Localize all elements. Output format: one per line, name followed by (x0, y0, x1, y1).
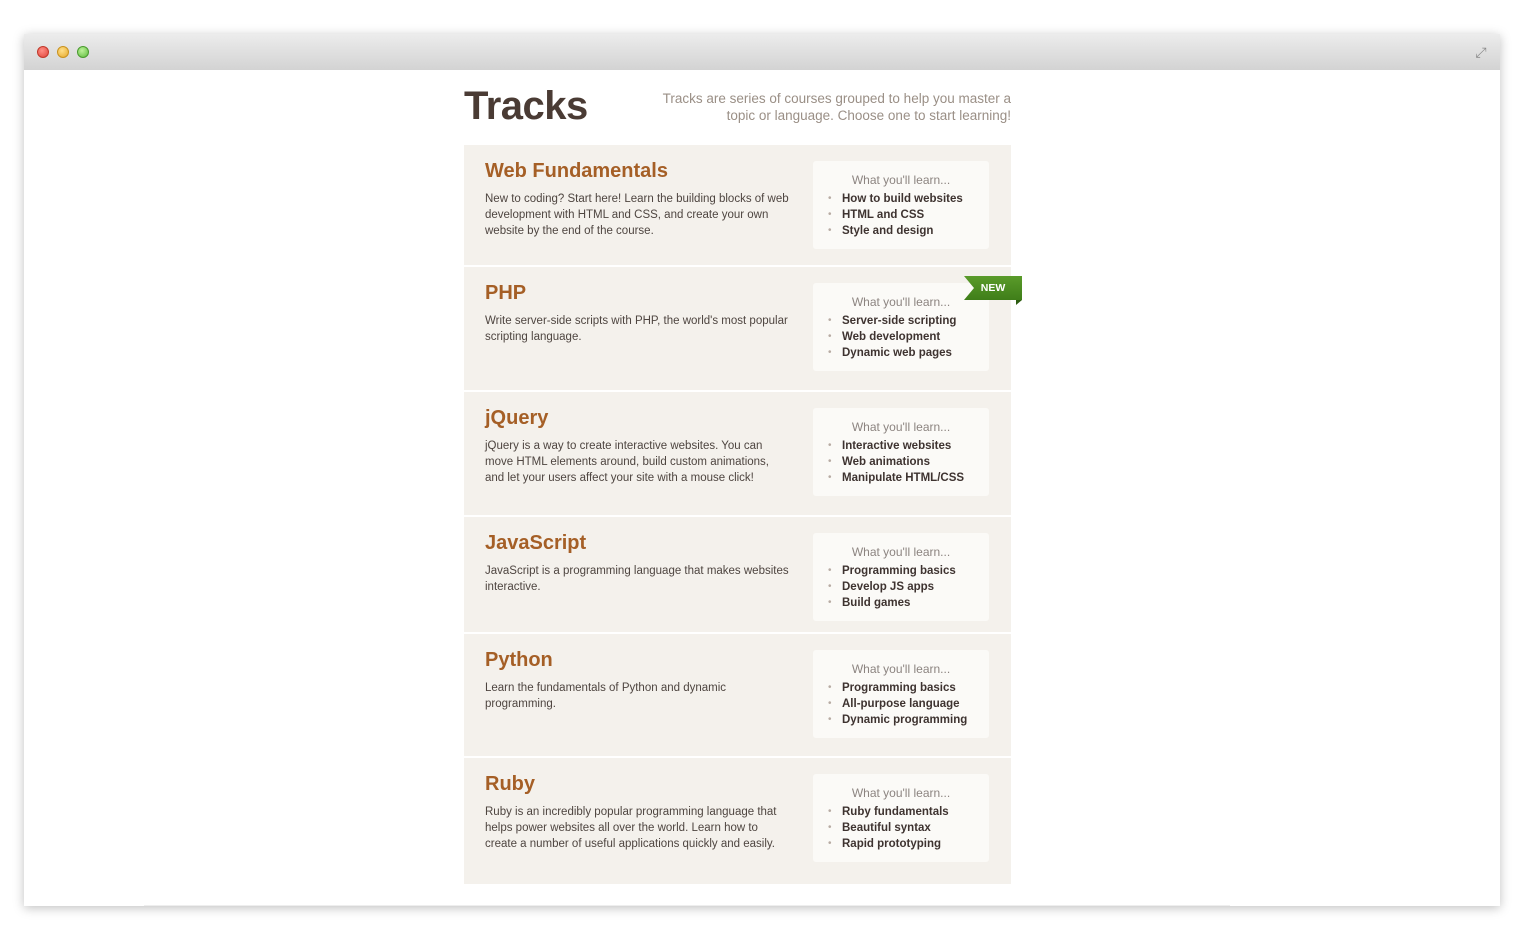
learn-heading: What you'll learn... (851, 173, 951, 187)
learn-heading: What you'll learn... (851, 295, 951, 309)
learn-box: What you'll learn... Ruby fundamentals B… (813, 774, 989, 862)
learn-item: Programming basics (828, 563, 956, 579)
learn-item: Interactive websites (828, 438, 964, 454)
learn-box: What you'll learn... Interactive website… (813, 408, 989, 496)
close-icon[interactable] (37, 46, 49, 58)
learn-item: Web development (828, 329, 956, 345)
page-subtitle: Tracks are series of courses grouped to … (662, 91, 1011, 123)
track-card-php[interactable]: PHP Write server-side scripts with PHP, … (464, 267, 1022, 392)
track-title[interactable]: Web Fundamentals (485, 160, 668, 183)
page-title: Tracks (464, 84, 588, 128)
minimize-icon[interactable] (57, 46, 69, 58)
learn-list: Programming basics All-purpose language … (828, 680, 967, 728)
track-description: JavaScript is a programming language tha… (485, 565, 789, 593)
learn-list: How to build websites HTML and CSS Style… (828, 191, 963, 239)
learn-item: Style and design (828, 223, 963, 239)
track-card-ruby[interactable]: Ruby Ruby is an incredibly popular progr… (464, 758, 1011, 886)
learn-item: Develop JS apps (828, 579, 956, 595)
track-description: New to coding? Start here! Learn the bui… (485, 193, 789, 237)
track-description: jQuery is a way to create interactive we… (485, 440, 770, 484)
learn-item: Dynamic web pages (828, 345, 956, 361)
fullscreen-icon[interactable]: ⤢ (1472, 43, 1490, 61)
zoom-icon[interactable] (77, 46, 89, 58)
track-description: Ruby is an incredibly popular programmin… (485, 806, 777, 850)
track-list: Web Fundamentals New to coding? Start he… (464, 145, 1022, 886)
learn-box: What you'll learn... Programming basics … (813, 533, 989, 621)
track-description: Learn the fundamentals of Python and dyn… (485, 682, 727, 710)
learn-item: Dynamic programming (828, 712, 967, 728)
learn-item: How to build websites (828, 191, 963, 207)
page-content: Tracks Tracks are series of courses grou… (24, 70, 1500, 906)
learn-item: All-purpose language (828, 696, 967, 712)
new-badge-fold (1016, 300, 1022, 305)
learn-list: Ruby fundamentals Beautiful syntax Rapid… (828, 804, 949, 852)
learn-box: What you'll learn... Programming basics … (813, 650, 989, 738)
learn-item: Server-side scripting (828, 313, 956, 329)
track-title[interactable]: Ruby (485, 773, 535, 796)
browser-window: ⤢ Tracks Tracks are series of courses gr… (24, 34, 1500, 906)
learn-item: Web animations (828, 454, 964, 470)
learn-item: Build games (828, 595, 956, 611)
learn-item: Rapid prototyping (828, 836, 949, 852)
learn-heading: What you'll learn... (851, 662, 951, 676)
learn-box: What you'll learn... Server-side scripti… (813, 283, 989, 371)
learn-item: Programming basics (828, 680, 967, 696)
learn-item: Beautiful syntax (828, 820, 949, 836)
divider (144, 905, 1230, 906)
learn-list: Interactive websites Web animations Mani… (828, 438, 964, 486)
track-title[interactable]: Python (485, 649, 553, 672)
learn-list: Programming basics Develop JS apps Build… (828, 563, 956, 611)
track-card-javascript[interactable]: JavaScript JavaScript is a programming l… (464, 517, 1011, 634)
learn-box: What you'll learn... How to build websit… (813, 161, 989, 249)
track-title[interactable]: PHP (485, 282, 526, 305)
track-card-python[interactable]: Python Learn the fundamentals of Python … (464, 634, 1011, 758)
track-title[interactable]: jQuery (485, 407, 548, 430)
title-bar: ⤢ (24, 34, 1500, 71)
track-title[interactable]: JavaScript (485, 532, 586, 555)
track-description: Write server-side scripts with PHP, the … (485, 315, 788, 343)
learn-item: Manipulate HTML/CSS (828, 470, 964, 486)
track-card-jquery[interactable]: jQuery jQuery is a way to create interac… (464, 392, 1011, 517)
learn-item: HTML and CSS (828, 207, 963, 223)
learn-list: Server-side scripting Web development Dy… (828, 313, 956, 361)
learn-heading: What you'll learn... (851, 420, 951, 434)
learn-heading: What you'll learn... (851, 786, 951, 800)
learn-item: Ruby fundamentals (828, 804, 949, 820)
track-card-web-fundamentals[interactable]: Web Fundamentals New to coding? Start he… (464, 145, 1011, 267)
learn-heading: What you'll learn... (851, 545, 951, 559)
